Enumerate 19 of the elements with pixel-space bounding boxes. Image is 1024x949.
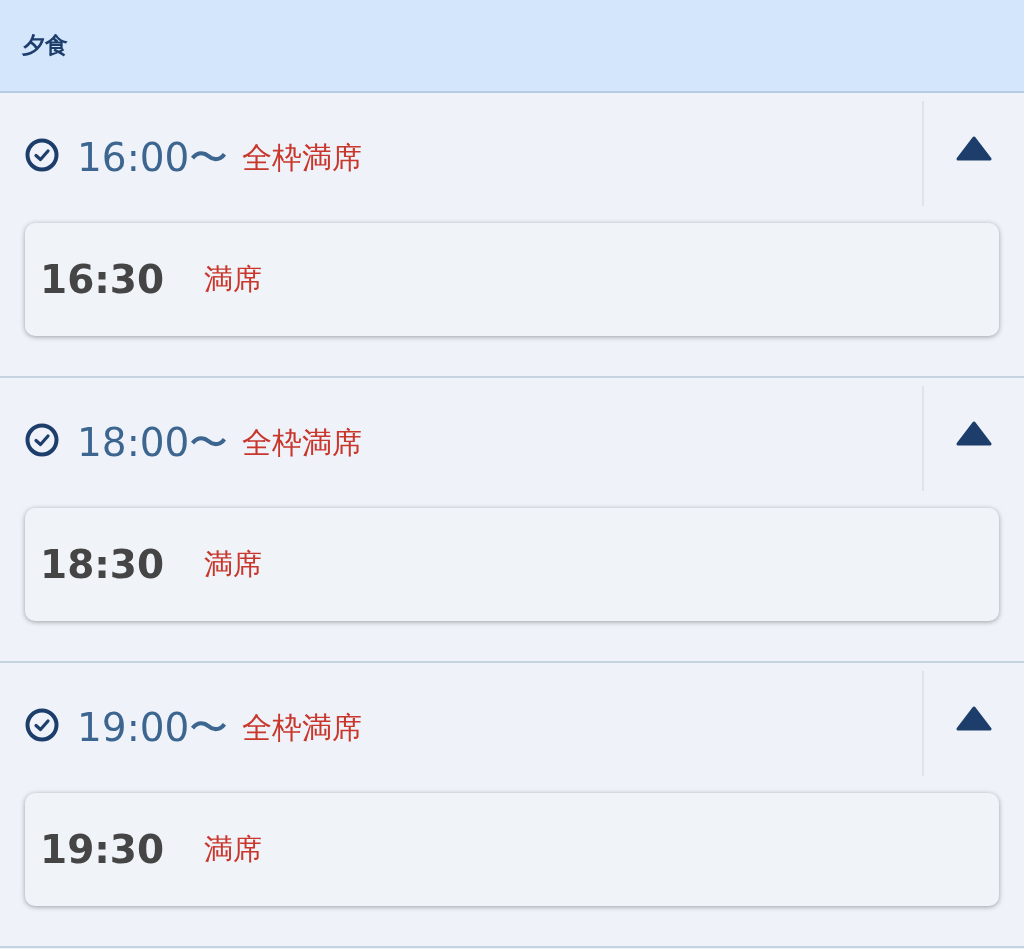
triangle-icon bbox=[956, 420, 992, 447]
slot-status: 満席 bbox=[204, 260, 263, 298]
availability-status: 全枠満席 bbox=[242, 708, 363, 747]
triangle-icon bbox=[956, 705, 992, 732]
slot-time: 19:30 bbox=[40, 827, 165, 872]
slot-status: 満席 bbox=[204, 830, 263, 868]
section-title: 夕食 bbox=[22, 31, 68, 60]
triangle-icon bbox=[956, 135, 992, 162]
clock-icon bbox=[25, 423, 59, 457]
clock-icon bbox=[25, 708, 59, 742]
availability-status: 全枠満席 bbox=[242, 138, 363, 177]
time-range-label: 16:00〜 bbox=[77, 134, 229, 182]
slot-time: 18:30 bbox=[40, 542, 165, 587]
time-range-label: 19:00〜 bbox=[77, 704, 229, 752]
slot-time: 16:30 bbox=[40, 257, 165, 302]
clock-icon bbox=[25, 138, 59, 172]
time-range-label: 18:00〜 bbox=[77, 419, 229, 467]
slot-status: 満席 bbox=[204, 545, 263, 583]
availability-status: 全枠満席 bbox=[242, 423, 363, 462]
